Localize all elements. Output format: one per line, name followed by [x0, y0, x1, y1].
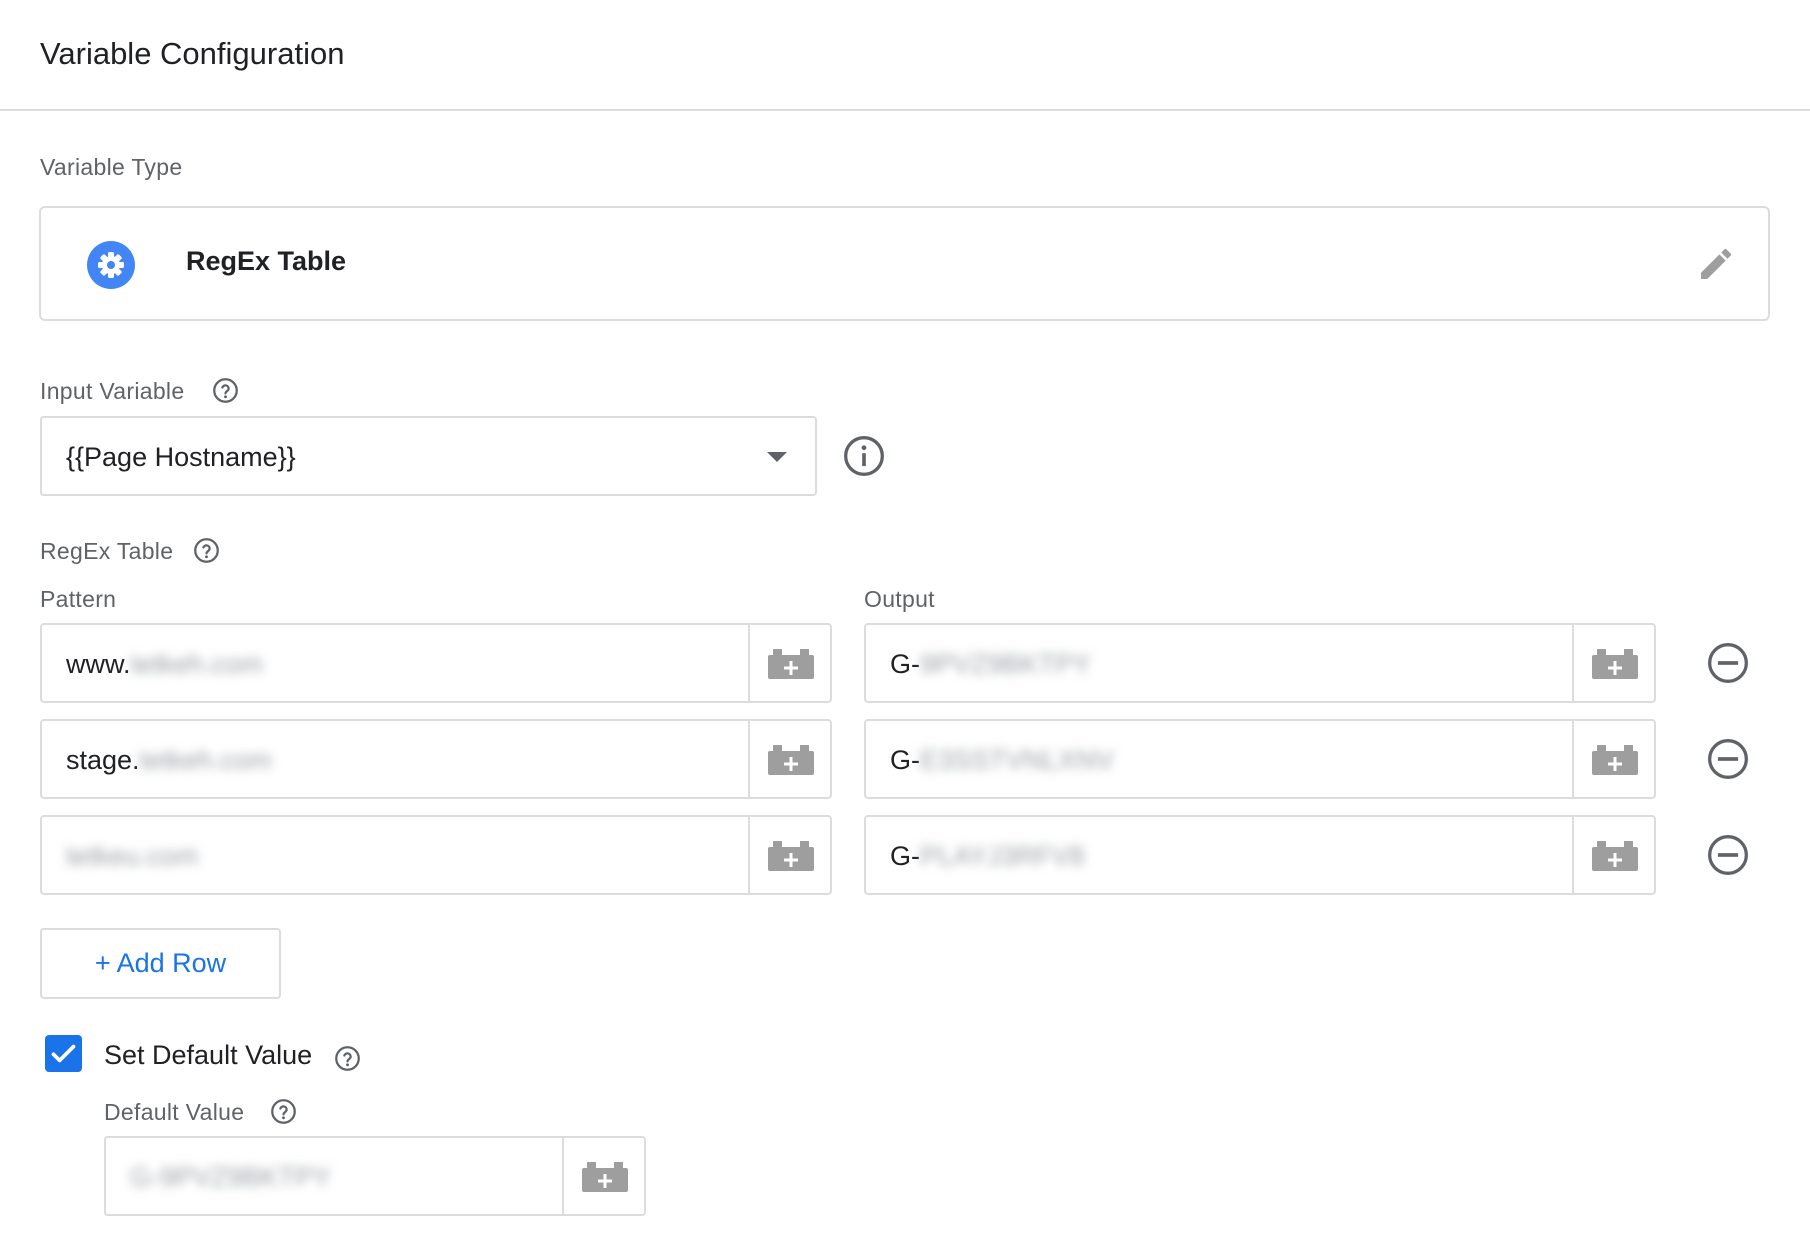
variable-picker-button[interactable] [1572, 721, 1654, 797]
pattern-redacted: tetkeh.com [130, 649, 263, 679]
variable-picker-button[interactable] [1572, 625, 1654, 701]
lego-brick-icon [1592, 745, 1638, 775]
output-prefix: G- [890, 841, 920, 871]
pattern-redacted: tetkeu.com [66, 841, 199, 871]
lego-brick-icon [768, 745, 814, 775]
add-row-button[interactable]: + Add Row [40, 928, 281, 999]
pattern-value: stage.tetkeh.com [66, 745, 272, 776]
variable-picker-button[interactable] [748, 625, 830, 701]
input-variable-select[interactable]: {{Page Hostname}} [40, 416, 817, 496]
pattern-input[interactable]: www.tetkeh.com [40, 623, 832, 703]
variable-picker-button[interactable] [562, 1138, 644, 1214]
variable-picker-button[interactable] [748, 721, 830, 797]
output-prefix: G- [890, 649, 920, 679]
dialog-header: Variable Configuration [0, 0, 1810, 111]
lego-brick-icon [1592, 649, 1638, 679]
pattern-value: tetkeu.com [66, 841, 198, 872]
variable-type-label: Variable Type [40, 154, 183, 180]
regex-table-label: RegEx Table [40, 538, 174, 564]
output-value: G-E3SSTVNLXNV [890, 745, 1114, 776]
output-redacted: E3SSTVNLXNV [920, 745, 1114, 775]
pattern-input[interactable]: tetkeu.com [40, 815, 832, 895]
remove-row-icon[interactable] [1706, 833, 1750, 877]
gear-icon [87, 241, 135, 289]
output-redacted: 9PVZ9BKTPY [920, 649, 1092, 679]
variable-picker-button[interactable] [748, 817, 830, 893]
remove-row-icon[interactable] [1706, 641, 1750, 685]
default-value-input[interactable]: G-9PVZ9BKTPY [104, 1136, 646, 1216]
help-icon[interactable] [270, 1098, 297, 1125]
pattern-value: www.tetkeh.com [66, 649, 263, 680]
pencil-icon[interactable] [1696, 244, 1736, 284]
set-default-value-label[interactable]: Set Default Value [104, 1040, 312, 1071]
pattern-prefix: www. [66, 649, 131, 679]
default-value-text: G-9PVZ9BKTPY [130, 1162, 331, 1193]
variable-type-card[interactable]: RegEx Table [39, 206, 1770, 321]
variable-type-name: RegEx Table [186, 246, 347, 276]
help-icon[interactable] [334, 1045, 361, 1072]
output-value: G-9PVZ9BKTPY [890, 649, 1091, 680]
info-icon[interactable] [842, 434, 886, 478]
page-title: Variable Configuration [40, 36, 345, 71]
lego-brick-icon [768, 649, 814, 679]
output-column-header: Output [864, 586, 935, 612]
variable-picker-button[interactable] [1572, 817, 1654, 893]
remove-row-icon[interactable] [1706, 737, 1750, 781]
output-input[interactable]: G-PLAYJ3RFV8 [864, 815, 1656, 895]
pattern-redacted: tetkeh.com [139, 745, 272, 775]
output-value: G-PLAYJ3RFV8 [890, 841, 1085, 872]
input-variable-value: {{Page Hostname}} [66, 442, 296, 472]
default-value-label: Default Value [104, 1099, 245, 1125]
lego-brick-icon [1592, 841, 1638, 871]
output-input[interactable]: G-9PVZ9BKTPY [864, 623, 1656, 703]
output-redacted: PLAYJ3RFV8 [920, 841, 1085, 871]
input-variable-label: Input Variable [40, 378, 185, 404]
chevron-down-icon [767, 452, 787, 462]
output-input[interactable]: G-E3SSTVNLXNV [864, 719, 1656, 799]
help-icon[interactable] [193, 537, 220, 564]
default-value-redacted: G-9PVZ9BKTPY [130, 1162, 332, 1192]
checkmark-icon [51, 1044, 76, 1063]
pattern-column-header: Pattern [40, 586, 117, 612]
output-prefix: G- [890, 745, 920, 775]
help-icon[interactable] [212, 377, 239, 404]
lego-brick-icon [768, 841, 814, 871]
set-default-value-checkbox[interactable] [45, 1035, 82, 1072]
lego-brick-icon [582, 1162, 628, 1192]
pattern-input[interactable]: stage.tetkeh.com [40, 719, 832, 799]
pattern-prefix: stage. [66, 745, 140, 775]
